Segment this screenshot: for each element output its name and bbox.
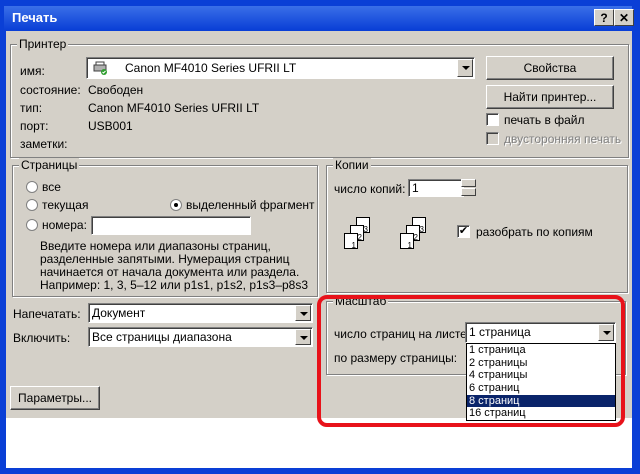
zoom-legend: Масштаб [333,294,389,308]
notes-label: заметки: [20,137,68,151]
printer-icon [92,61,108,75]
collate-checkbox[interactable]: ✔ [457,225,470,238]
duplex-checkbox[interactable] [486,132,499,145]
pages-per-sheet-option-selected[interactable]: 8 страниц [467,394,615,408]
copies-count-label: число копий: [334,182,406,196]
collate-page-1b: 1 [400,233,414,250]
copies-count-input[interactable]: 1 [408,179,464,197]
pages-hint-line3: начинается от начала документа или разде… [40,265,300,279]
pages-selection-label: выделенный фрагмент [186,198,315,212]
printer-dropdown-arrow[interactable] [457,59,473,77]
print-to-file-label: печать в файл [504,113,585,127]
bottom-area [6,418,632,468]
find-printer-button[interactable]: Найти принтер... [486,85,614,109]
pages-all-radio[interactable] [26,181,38,193]
port-label: порт: [20,119,49,133]
close-button[interactable]: ✕ [614,9,634,26]
pages-per-sheet-dropdown-arrow[interactable] [598,324,614,341]
port-value: USB001 [88,119,133,133]
scale-label: по размеру страницы: [334,351,458,365]
pages-selection-radio[interactable] [170,199,182,211]
title-bar: Печать ? ✕ [4,6,634,30]
print-to-file-checkbox[interactable] [486,113,499,126]
pages-per-sheet-option[interactable]: 4 страницы [467,369,615,382]
pages-hint-line1: Введите номера или диапазоны страниц, [40,239,271,253]
printer-name-label: имя: [20,64,45,78]
status-label: состояние: [20,83,81,97]
pages-current-radio[interactable] [26,199,38,211]
properties-button[interactable]: Свойства [486,56,614,80]
pages-hint-line4: Например: 1, 3, 5–12 или p1s1, p1s2, p1s… [40,278,309,292]
pages-all-label: все [42,180,61,194]
pages-per-sheet-option[interactable]: 16 страниц [467,407,615,420]
pages-per-sheet-option[interactable]: 1 страница [467,344,615,357]
duplex-label: двусторонняя печать [504,132,622,146]
pages-numbers-label: номера: [42,218,87,232]
type-value: Canon MF4010 Series UFRII LT [88,101,260,115]
type-label: тип: [20,101,43,115]
page-numbers-input[interactable] [91,216,251,235]
pages-per-sheet-label: число страниц на листе: [334,327,471,341]
copies-spinner[interactable] [461,179,476,196]
print-what-label: Напечатать: [13,307,81,321]
pages-per-sheet-value: 1 страница [469,325,531,339]
spin-up-button[interactable] [461,179,476,187]
include-value: Все страницы диапазона [92,330,232,344]
include-combo[interactable]: Все страницы диапазона [88,327,313,347]
include-dropdown-arrow[interactable] [295,329,311,345]
printer-legend: Принтер [17,37,69,51]
dialog-title: Печать [12,10,58,25]
include-label: Включить: [13,331,71,345]
collate-page-1a: 1 [344,233,358,250]
printer-name-value: Canon MF4010 Series UFRII LT [125,61,297,75]
printer-name-combo[interactable]: Canon MF4010 Series UFRII LT [86,57,475,79]
pages-per-sheet-option[interactable]: 6 страниц [467,382,615,395]
pages-per-sheet-list: 1 страница 2 страницы 4 страницы 6 стран… [466,343,616,421]
help-button[interactable]: ? [594,9,614,26]
print-what-combo[interactable]: Документ [88,303,313,323]
copies-count-value: 1 [412,181,419,195]
pages-current-label: текущая [42,198,89,212]
print-what-value: Документ [92,306,146,320]
pages-per-sheet-combo[interactable]: 1 страница [465,322,616,343]
parameters-button[interactable]: Параметры... [10,386,100,410]
pages-per-sheet-option[interactable]: 2 страницы [467,357,615,370]
copies-legend: Копии [333,158,371,172]
spin-down-button[interactable] [461,188,476,196]
status-value: Свободен [88,83,144,97]
pages-hint-line2: разделенные запятыми. Нумерация страниц [40,252,290,266]
collate-label: разобрать по копиям [476,225,593,239]
pages-numbers-radio[interactable] [26,219,38,231]
print-dialog: Печать ? ✕ Принтер имя: Canon MF4010 Ser… [0,0,640,474]
print-what-dropdown-arrow[interactable] [295,305,311,321]
pages-legend: Страницы [19,158,80,172]
